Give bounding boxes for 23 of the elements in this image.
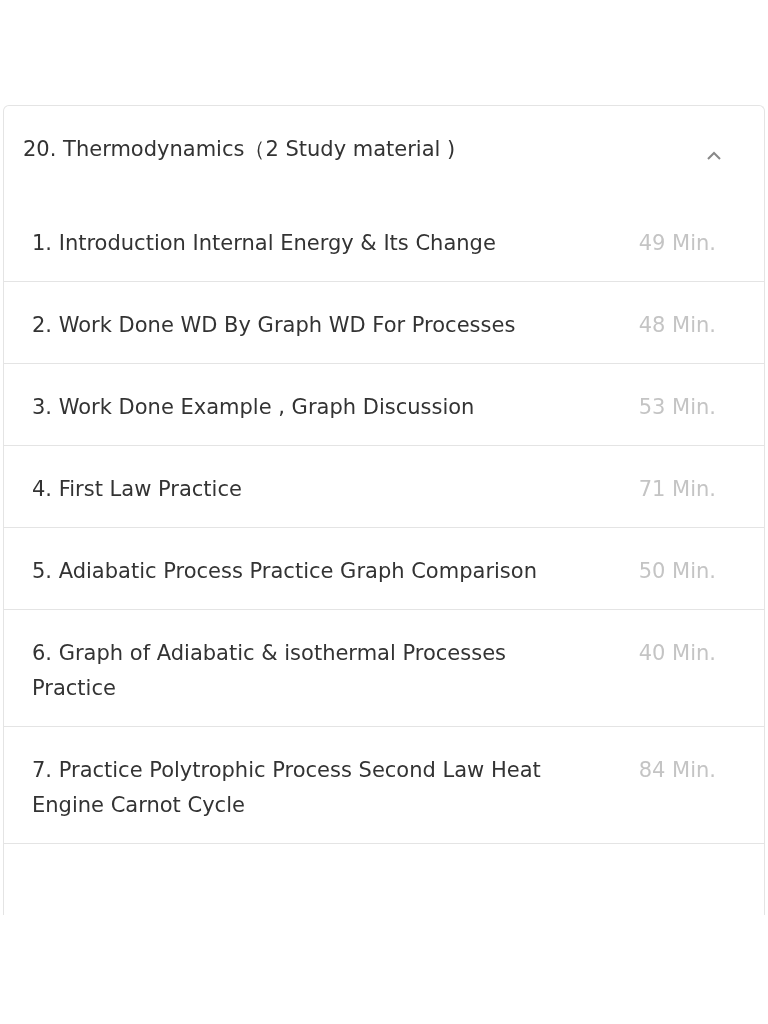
section-title: 20. Thermodynamics（2 Study material ) [23, 136, 456, 163]
lesson-title: 6. Graph of Adiabatic & isothermal Processes Practice [32, 640, 507, 702]
lesson-item[interactable]: 1. Introduction Internal Energy & Its Change 49 Min. [4, 200, 764, 282]
lesson-duration: 71 Min. [638, 476, 716, 503]
section-header[interactable]: 20. Thermodynamics（2 Study material ) [4, 106, 764, 200]
lesson-title: 1. Introduction Internal Energy & Its Change [32, 230, 496, 257]
lesson-title: 2. Work Done WD By Graph WD For Processes [32, 312, 516, 339]
lesson-duration: 53 Min. [638, 394, 716, 421]
lesson-duration: 84 Min. [638, 757, 716, 784]
lesson-title: 5. Adiabatic Process Practice Graph Comparison [32, 558, 537, 585]
lesson-item[interactable]: 5. Adiabatic Process Practice Graph Comparison 50 Min. [4, 528, 764, 610]
lesson-item[interactable]: 6. Graph of Adiabatic & isothermal Processes Practice 40 Min. [4, 610, 764, 727]
lesson-duration: 40 Min. [638, 640, 716, 667]
lesson-title: 3. Work Done Example , Graph Discussion [32, 394, 475, 421]
lesson-item[interactable]: 3. Work Done Example , Graph Discussion 53 Min. [4, 364, 764, 446]
lesson-duration: 49 Min. [638, 230, 716, 257]
lesson-title: 7. Practice Polytrophic Process Second Law Heat Engine Carnot Cycle [32, 757, 542, 819]
lesson-title: 4. First Law Practice [32, 476, 242, 503]
lesson-item[interactable]: 2. Work Done WD By Graph WD For Processes 48 Min. [4, 282, 764, 364]
lesson-item[interactable]: 7. Practice Polytrophic Process Second Law Heat Engine Carnot Cycle 84 Min. [4, 727, 764, 844]
lesson-duration: 48 Min. [638, 312, 716, 339]
lesson-duration: 50 Min. [638, 558, 716, 585]
lesson-item[interactable]: 4. First Law Practice 71 Min. [4, 446, 764, 528]
